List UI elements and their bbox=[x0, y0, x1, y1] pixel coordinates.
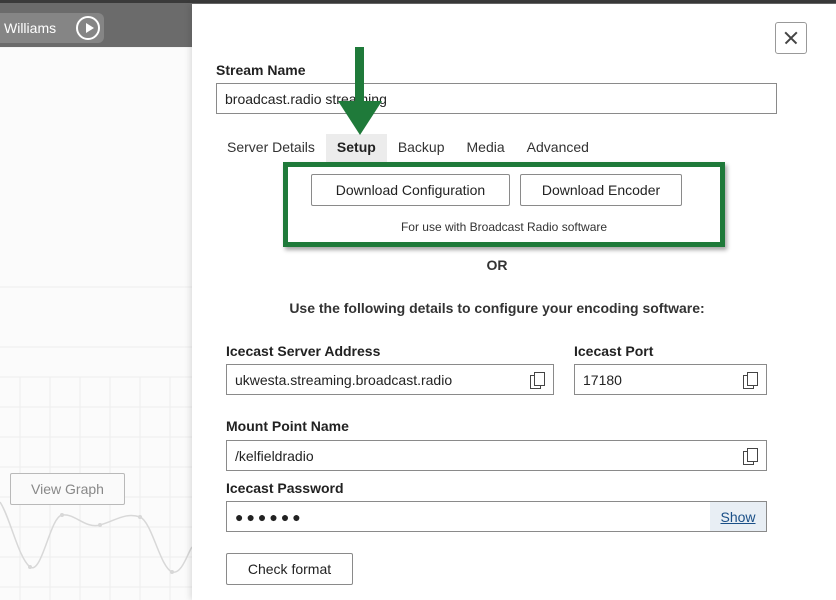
listener-graph bbox=[0, 47, 192, 600]
tab-advanced[interactable]: Advanced bbox=[516, 134, 600, 162]
copy-icon[interactable] bbox=[743, 448, 758, 465]
tab-setup[interactable]: Setup bbox=[325, 134, 387, 162]
show-password-link[interactable]: Show bbox=[710, 502, 766, 531]
copy-icon[interactable] bbox=[743, 372, 758, 389]
arrow-down-icon bbox=[338, 47, 382, 135]
view-graph-button[interactable]: View Graph bbox=[10, 473, 125, 505]
mount-point-value: /kelfieldradio bbox=[235, 447, 314, 464]
password-field[interactable]: ●●●●●● Show bbox=[226, 501, 767, 532]
mount-point-field[interactable]: /kelfieldradio bbox=[226, 440, 767, 471]
check-format-button[interactable]: Check format bbox=[226, 553, 353, 585]
copy-icon[interactable] bbox=[530, 372, 545, 389]
or-separator: OR bbox=[486, 257, 508, 273]
password-label: Icecast Password bbox=[226, 480, 344, 496]
stream-settings-panel: Stream Name broadcast.radio streaming Se… bbox=[192, 4, 836, 600]
port-field[interactable]: 17180 bbox=[574, 364, 767, 395]
user-name: Williams bbox=[4, 20, 57, 36]
instructions-text: Use the following details to configure y… bbox=[289, 300, 705, 316]
tab-backup[interactable]: Backup bbox=[387, 134, 456, 162]
play-icon[interactable] bbox=[76, 16, 100, 40]
download-configuration-button[interactable]: Download Configuration bbox=[311, 174, 510, 206]
stream-name-input[interactable]: broadcast.radio streaming bbox=[216, 83, 777, 114]
server-address-label: Icecast Server Address bbox=[226, 343, 381, 359]
mount-point-label: Mount Point Name bbox=[226, 418, 349, 434]
download-encoder-button[interactable]: Download Encoder bbox=[520, 174, 682, 206]
password-value: ●●●●●● bbox=[235, 508, 304, 525]
port-label: Icecast Port bbox=[574, 343, 654, 359]
close-icon[interactable] bbox=[775, 22, 807, 54]
stream-name-label: Stream Name bbox=[216, 62, 306, 78]
download-note: For use with Broadcast Radio software bbox=[400, 220, 608, 234]
tab-bar: Server Details Setup Backup Media Advanc… bbox=[216, 134, 600, 162]
port-value: 17180 bbox=[583, 371, 622, 388]
tab-server-details[interactable]: Server Details bbox=[216, 134, 326, 162]
server-address-value: ukwesta.streaming.broadcast.radio bbox=[235, 371, 453, 388]
server-address-field[interactable]: ukwesta.streaming.broadcast.radio bbox=[226, 364, 554, 395]
tab-media[interactable]: Media bbox=[456, 134, 516, 162]
